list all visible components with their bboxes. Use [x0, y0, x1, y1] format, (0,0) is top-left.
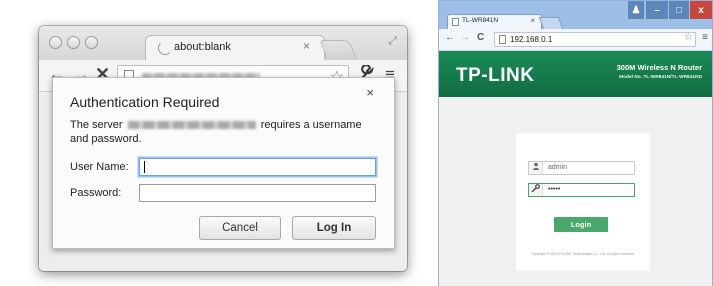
password-field[interactable]: •••••	[528, 183, 635, 197]
key-icon	[529, 184, 543, 196]
username-label: User Name:	[70, 161, 129, 173]
dialog-message: The server requires a username and passw…	[70, 118, 370, 146]
tab-close-icon[interactable]: ×	[303, 39, 310, 53]
reload-button[interactable]: C	[477, 32, 484, 43]
tab-tl-wr841n[interactable]: TL-WR841N ×	[447, 14, 542, 29]
text-caret	[144, 161, 145, 173]
new-tab-button[interactable]	[319, 40, 357, 59]
dialog-close-icon[interactable]: ×	[366, 85, 374, 100]
username-value: admin	[548, 164, 568, 171]
windows-chrome-window: TL-WR841N × ♟ – □ x ← → C 192.168.0.1 ☆ …	[438, 0, 713, 286]
user-icon	[529, 162, 543, 174]
tplink-header: TP-LINK 300M Wireless N Router Model No.…	[439, 51, 712, 97]
menu-icon[interactable]: ≡	[702, 32, 708, 43]
password-label: Password:	[70, 187, 122, 199]
back-button[interactable]: ←	[445, 32, 455, 43]
url-text: 192.168.0.1	[510, 35, 553, 44]
minimize-window-button[interactable]	[67, 36, 80, 49]
tab-strip: about:blank × ⤢	[39, 26, 407, 60]
maximize-button[interactable]: □	[669, 1, 689, 19]
address-bar[interactable]: 192.168.0.1 ☆	[494, 32, 696, 47]
page-icon	[452, 18, 459, 26]
username-field[interactable]: admin	[528, 161, 635, 175]
tplink-logo: TP-LINK	[456, 65, 535, 86]
loading-spinner-icon	[158, 41, 172, 55]
authentication-dialog: Authentication Required × The server req…	[52, 77, 395, 249]
cancel-button[interactable]: Cancel	[199, 216, 281, 240]
tab-title: TL-WR841N	[462, 17, 499, 24]
close-window-button[interactable]	[49, 36, 62, 49]
copyright-text: Copyright © 2013 TP-LINK Technologies Co…	[531, 252, 635, 256]
tab-close-icon[interactable]: ×	[530, 16, 535, 25]
redacted-server	[127, 121, 256, 130]
message-prefix: The server	[70, 119, 123, 131]
zoom-window-button[interactable]	[85, 36, 98, 49]
dialog-title: Authentication Required	[70, 94, 220, 110]
browser-toolbar: ← → C 192.168.0.1 ☆ ≡	[439, 29, 712, 51]
forward-button[interactable]: →	[460, 32, 470, 43]
fullscreen-icon[interactable]: ⤢	[388, 35, 397, 48]
minimize-button[interactable]: –	[646, 1, 668, 19]
new-tab-button[interactable]	[538, 17, 564, 29]
close-button[interactable]: x	[690, 1, 712, 19]
tab-title: about:blank	[174, 41, 231, 53]
model-title: 300M Wireless N Router	[616, 63, 702, 72]
user-icon[interactable]: ♟	[628, 1, 644, 19]
password-value: •••••	[548, 186, 561, 193]
tplink-body: admin ••••• Login Copyright © 2013 TP-LI…	[439, 97, 712, 286]
password-field[interactable]	[139, 184, 376, 202]
tab-strip: TL-WR841N × ♟ – □ x	[439, 1, 712, 29]
page-icon	[499, 35, 506, 44]
log-in-button[interactable]: Log In	[292, 216, 376, 240]
tab-about-blank[interactable]: about:blank ×	[145, 35, 325, 60]
login-button[interactable]: Login	[554, 217, 608, 232]
bookmark-star-icon[interactable]: ☆	[684, 32, 693, 43]
model-subtitle: Model No. TL-WR841N/TL-WR841ND	[619, 75, 702, 80]
username-field[interactable]	[139, 158, 376, 176]
login-card: admin ••••• Login Copyright © 2013 TP-LI…	[516, 133, 650, 271]
